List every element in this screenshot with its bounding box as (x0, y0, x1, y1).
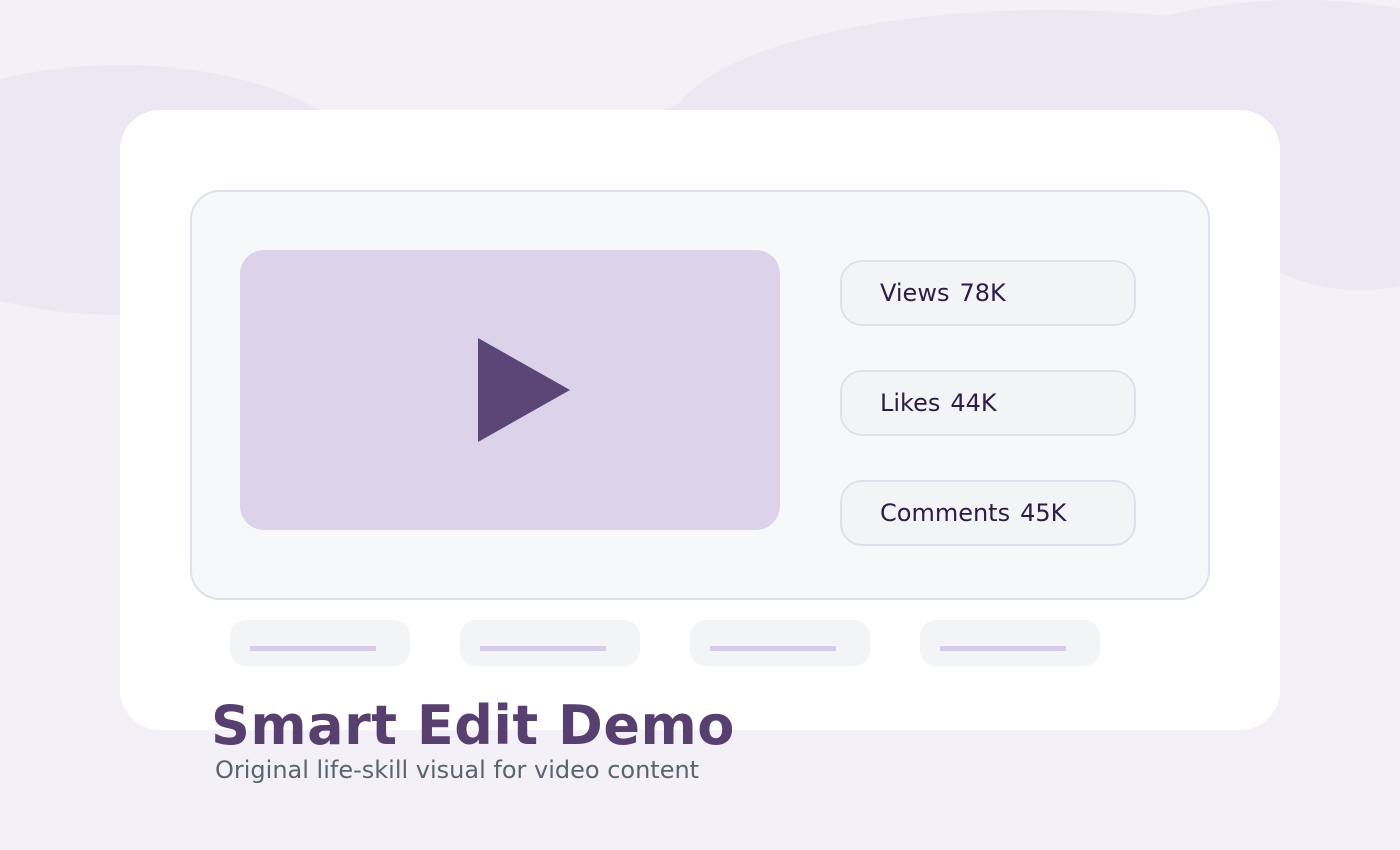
placeholder-chip[interactable] (460, 620, 640, 666)
main-card: Views 78K Likes 44K Comments 45K (120, 110, 1280, 730)
placeholder-chip[interactable] (230, 620, 410, 666)
video-player[interactable] (240, 250, 780, 530)
placeholder-chip[interactable] (690, 620, 870, 666)
stat-value: 78K (959, 279, 1006, 307)
stat-value: 45K (1020, 499, 1067, 527)
stat-likes: Likes 44K (840, 370, 1136, 436)
placeholder-line (710, 646, 836, 651)
stat-comments: Comments 45K (840, 480, 1136, 546)
page-title: Smart Edit Demo (211, 694, 735, 757)
dashboard-panel: Views 78K Likes 44K Comments 45K (190, 190, 1210, 600)
placeholder-line (480, 646, 606, 651)
page-subtitle: Original life-skill visual for video con… (215, 756, 700, 784)
stat-label: Comments (880, 499, 1011, 527)
stat-label: Views (880, 279, 950, 307)
stat-value: 44K (950, 389, 997, 417)
placeholder-line (250, 646, 376, 651)
stat-label: Likes (880, 389, 941, 417)
play-icon[interactable] (478, 338, 570, 442)
placeholder-line (940, 646, 1066, 651)
stat-views: Views 78K (840, 260, 1136, 326)
placeholder-chip[interactable] (920, 620, 1100, 666)
